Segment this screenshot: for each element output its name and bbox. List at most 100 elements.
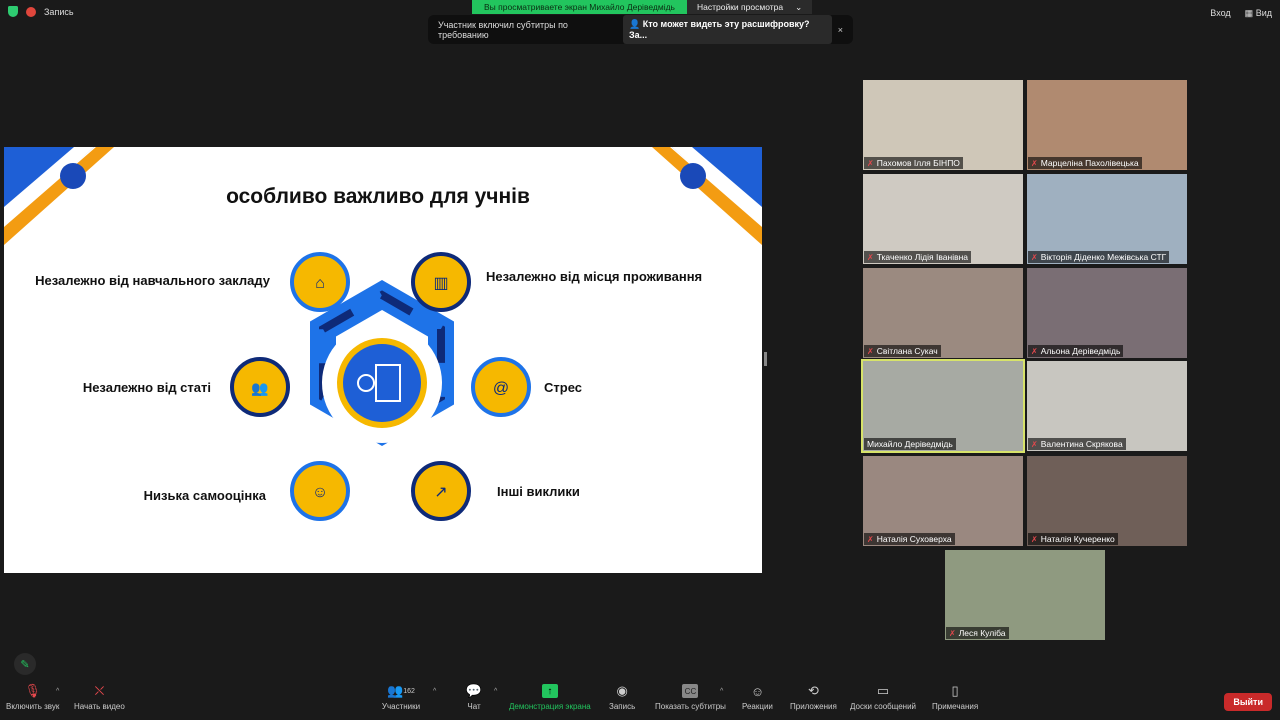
enter-button[interactable]: Вход	[1210, 8, 1230, 19]
participant-name: Михайло Деріведмідь	[867, 439, 953, 449]
location-city-icon: ▥	[411, 252, 471, 312]
participant-tile[interactable]: ✗ Наталія Суховерха	[863, 456, 1023, 546]
panel-resize-handle[interactable]	[764, 352, 767, 366]
cc-icon: CC	[682, 684, 699, 698]
people-crowd-icon: 👥	[230, 357, 290, 417]
record-icon: ◉	[616, 683, 628, 698]
viewing-text: Вы просматриваете экран Михайло Деріведм…	[472, 0, 687, 14]
notes-button[interactable]: ▯ Примечания	[932, 683, 978, 711]
corner-decoration-right	[652, 147, 762, 245]
grid-icon: ▦	[1244, 8, 1254, 18]
participant-tile[interactable]: ✗ Світлана Сукач	[863, 268, 1023, 358]
muted-mic-icon: ✗	[1031, 252, 1038, 262]
view-button[interactable]: ▦ Вид	[1245, 8, 1272, 19]
leave-button[interactable]: Выйти	[1224, 693, 1272, 711]
shared-screen-slide: особливо важливо для учнів ⌂ ▥ @ ↗ ☺ 👥 Н…	[4, 147, 762, 573]
participant-name: Пахомов Ілля БІНПО	[876, 158, 960, 168]
chat-caret[interactable]: ^	[494, 688, 497, 695]
record-button[interactable]: ◉ Запись	[609, 683, 636, 711]
growth-chart-icon: ↗	[411, 461, 471, 521]
captions-label: Показать субтитры	[655, 702, 726, 711]
participant-name-tag: ✗ Наталія Суховерха	[864, 533, 955, 545]
meeting-toolbar: 🎙 Включить звук ^ ⛌ Начать видео 👥 162 Участ…	[0, 683, 1280, 720]
participant-tile[interactable]: ✗ Валентина Скрякова	[1027, 361, 1187, 451]
item-gender: Незалежно від статі	[83, 380, 211, 395]
participants-button[interactable]: 👥 162 Участники	[381, 683, 421, 711]
participant-name: Наталія Кучеренко	[1040, 534, 1115, 544]
participant-name: Наталія Суховерха	[876, 534, 952, 544]
chevron-down-icon: ⌄	[795, 2, 803, 12]
participant-tile[interactable]: ✗ Альона Деріведмідь	[1027, 268, 1187, 358]
share-screen-button[interactable]: ↑ Демонстрация экрана	[509, 684, 591, 711]
participants-count: 162	[403, 687, 415, 695]
chat-icon: 💬	[465, 683, 483, 698]
svg-text:▥: ▥	[433, 275, 448, 292]
caption-visibility-label: Кто может видеть эту расшифровку? За...	[629, 19, 810, 40]
audio-options-caret[interactable]: ^	[56, 688, 59, 695]
muted-mic-icon: ✗	[867, 534, 874, 544]
caption-visibility-button[interactable]: 👤 Кто может видеть эту расшифровку? За..…	[623, 15, 832, 44]
record-label: Запись	[609, 702, 636, 711]
reaction-smiley-icon: ☺	[750, 683, 765, 699]
hub-diagram	[310, 279, 454, 447]
item-low-self-esteem: Низька самооцінка	[144, 488, 267, 503]
muted-mic-icon: ✗	[867, 158, 874, 168]
viewing-banner: Вы просматриваете экран Михайло Деріведм…	[472, 0, 813, 14]
participant-name-tag: ✗ Валентина Скрякова	[1028, 438, 1126, 450]
participant-name: Леся Куліба	[958, 628, 1006, 638]
unmute-label: Включить звук	[6, 702, 60, 711]
muted-mic-icon: ✗	[1031, 439, 1038, 449]
whiteboards-button[interactable]: ▭ Доски сообщений	[850, 683, 917, 711]
muted-mic-icon: ✗	[1031, 346, 1038, 356]
apps-button[interactable]: ⟲ Приложения	[790, 683, 837, 711]
caption-notice: Участник включил субтитры по требованию …	[428, 15, 853, 44]
recording-icon	[26, 6, 36, 17]
captions-button[interactable]: CC Показать субтитры	[655, 684, 726, 711]
reactions-button[interactable]: ☺ Реакции	[742, 683, 773, 712]
participant-name-tag: ✗ Леся Куліба	[946, 627, 1009, 639]
shield-icon[interactable]	[8, 6, 18, 17]
view-settings-button[interactable]: Настройки просмотра ⌄	[687, 0, 813, 14]
captions-caret[interactable]: ^	[720, 688, 723, 695]
apps-label: Приложения	[790, 702, 837, 711]
participant-tile[interactable]: ✗ Ткаченко Лідія Іванівна	[863, 174, 1023, 264]
item-school: Незалежно від навчального закладу	[35, 273, 271, 288]
annotate-pencil-icon[interactable]: ✎	[14, 653, 36, 675]
participant-name-tag: ✗ Пахомов Ілля БІНПО	[864, 157, 963, 169]
muted-mic-icon: ✗	[1031, 534, 1038, 544]
muted-mic-icon: ✗	[867, 346, 874, 356]
view-settings-label: Настройки просмотра	[697, 2, 784, 12]
apps-icon: ⟲	[807, 683, 819, 698]
participant-tile[interactable]: ✗ Марцеліна Пахолівецька	[1027, 80, 1187, 170]
participant-name-tag: ✗ Альона Деріведмідь	[1028, 345, 1124, 357]
participant-name-tag: ✗ Ткаченко Лідія Іванівна	[864, 251, 972, 263]
participant-name-tag: ✗ Світлана Сукач	[864, 345, 941, 357]
participant-tile[interactable]: ✗ Леся Куліба	[945, 550, 1105, 640]
whiteboard-icon: ▭	[876, 683, 890, 698]
participant-name: Альона Деріведмідь	[1040, 346, 1121, 356]
top-right-controls: Вход ▦ Вид	[1210, 8, 1272, 19]
participants-caret[interactable]: ^	[433, 688, 436, 695]
muted-mic-icon: ✗	[949, 628, 956, 638]
participant-tile[interactable]: Михайло Деріведмідь	[861, 359, 1025, 453]
start-video-button[interactable]: ⛌ Начать видео	[74, 683, 125, 711]
slide-title: особливо важливо для учнів	[226, 185, 530, 208]
notes-icon: ▯	[951, 683, 959, 698]
svg-text:⌂: ⌂	[315, 275, 325, 292]
share-arrow-icon: ↑	[541, 684, 558, 698]
stress-scribble-icon: @	[471, 357, 531, 417]
chat-button[interactable]: 💬 Чат	[465, 683, 483, 711]
participant-tile[interactable]: ✗ Наталія Кучеренко	[1027, 456, 1187, 546]
school-icon: ⌂	[290, 252, 350, 312]
close-icon[interactable]: ×	[838, 25, 843, 35]
item-residence: Незалежно від місця проживання	[486, 269, 702, 284]
participant-tile[interactable]: ✗ Пахомов Ілля БІНПО	[863, 80, 1023, 170]
target-checklist-icon	[343, 344, 421, 422]
unmute-button[interactable]: 🎙 Включить звук	[6, 683, 60, 711]
svg-text:☺: ☺	[312, 484, 328, 501]
participant-name-tag: ✗ Вікторія Діденко Межівська СТГ	[1028, 251, 1170, 263]
participant-name-tag: Михайло Деріведмідь	[864, 438, 956, 450]
participant-name: Світлана Сукач	[876, 346, 938, 356]
whiteboards-label: Доски сообщений	[850, 702, 917, 711]
participant-tile[interactable]: ✗ Вікторія Діденко Межівська СТГ	[1027, 174, 1187, 264]
